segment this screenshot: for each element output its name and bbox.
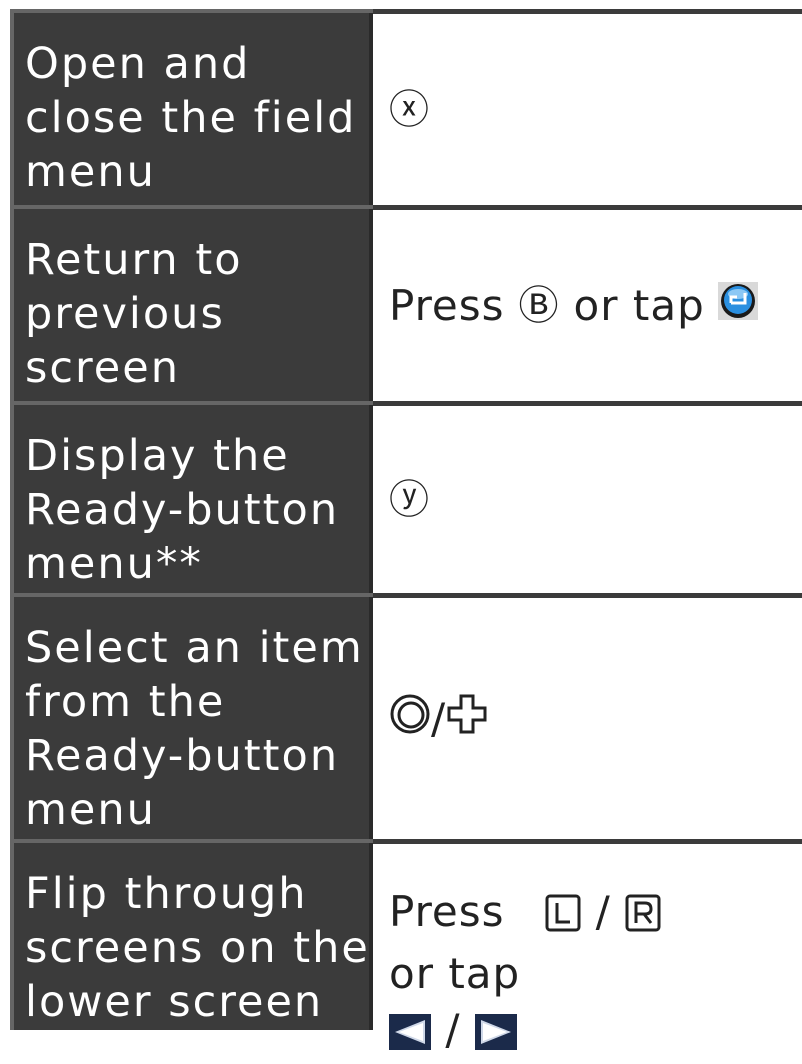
circle-pad-icon	[389, 693, 431, 745]
row-value-cell: Press Ⓑ or tap	[373, 205, 802, 401]
or-tap-text: or tap	[389, 949, 521, 998]
x-button-icon: ⓧ	[389, 86, 430, 133]
row-label: Display the Ready-button menu**	[25, 431, 340, 589]
row-label: Open and close the field menu	[25, 39, 357, 197]
table-row: Select an item from the Ready-button men…	[10, 593, 802, 839]
row-label: Return to previous screen	[25, 235, 243, 393]
left-arrow-icon[interactable]	[389, 1008, 431, 1064]
or-tap-text: or tap	[573, 281, 705, 330]
row-value-cell: /	[373, 593, 802, 839]
row-label-cell: Display the Ready-button menu**	[10, 401, 373, 593]
dpad-icon	[446, 693, 488, 745]
row-label-cell: Select an item from the Ready-button men…	[10, 593, 373, 839]
row-label-cell: Open and close the field menu	[10, 9, 373, 205]
row-label-cell: Flip through screens on the lower screen	[10, 839, 373, 1030]
row-value-cell: Press / or tap /	[373, 839, 802, 1054]
row-label: Select an item from the Ready-button men…	[25, 623, 364, 835]
R-button-icon	[625, 890, 661, 946]
separator: /	[431, 694, 447, 743]
row-label-cell: Return to previous screen	[10, 205, 373, 401]
separator: /	[595, 887, 611, 936]
controls-table: Open and close the field menu ⓧ Return t…	[10, 9, 802, 1054]
table-row: Display the Ready-button menu** ⓨ	[10, 401, 802, 593]
row-value-cell: ⓧ	[373, 9, 802, 205]
L-button-icon	[545, 890, 581, 946]
b-button-icon: Ⓑ	[518, 282, 560, 329]
press-text: Press	[389, 281, 505, 330]
y-button-icon: ⓨ	[389, 476, 430, 523]
table-row: Return to previous screen Press Ⓑ or tap	[10, 205, 802, 401]
row-label: Flip through screens on the lower screen	[25, 869, 370, 1027]
back-button-icon[interactable]	[717, 281, 759, 331]
right-arrow-icon[interactable]	[474, 1008, 517, 1064]
press-text: Press	[389, 887, 505, 936]
table-row: Open and close the field menu ⓧ	[10, 9, 802, 205]
row-value-cell: ⓨ	[373, 401, 802, 593]
table-row: Flip through screens on the lower screen…	[10, 839, 802, 1054]
